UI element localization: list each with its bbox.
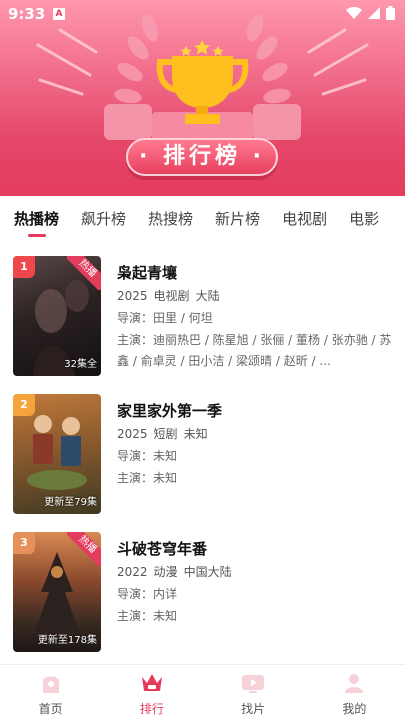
- status-bar: 9:33 A: [0, 0, 405, 28]
- poster-image[interactable]: 1 热播 32集全: [13, 256, 101, 376]
- item-meta: 2025 电视剧 大陆: [117, 287, 226, 304]
- hot-ribbon: 热播: [67, 256, 101, 290]
- item-year: 2025: [117, 427, 148, 441]
- item-director: 导演：未知: [117, 449, 178, 463]
- bottom-navigation: 首页 排行 找片 我的: [0, 664, 405, 721]
- item-meta: 2025 短剧 未知: [117, 425, 214, 442]
- rank-badge: 1: [13, 256, 35, 278]
- episode-caption: 32集全: [64, 359, 97, 370]
- signal-icon: [368, 7, 380, 19]
- item-type: 动漫: [153, 565, 178, 579]
- rank-badge: 2: [13, 394, 35, 416]
- nav-label: 我的: [342, 702, 367, 716]
- ranking-tabs: 热播榜 飙升榜 热搜榜 新片榜 电视剧 电影: [0, 196, 405, 240]
- profile-icon: [345, 674, 364, 693]
- home-icon: [42, 676, 59, 693]
- crown-icon: [141, 674, 162, 691]
- nav-profile[interactable]: 我的: [304, 665, 405, 721]
- list-item[interactable]: 3 热播 更新至178集 斗破苍穹年番 2022 动漫 中国大陆 导演：内详 主演：…: [0, 516, 405, 652]
- item-meta: 2022 动漫 中国大陆: [117, 563, 238, 580]
- item-region: 大陆: [195, 289, 220, 303]
- poster-image[interactable]: 2 更新至79集: [13, 394, 101, 514]
- active-tab-indicator: [27, 233, 46, 237]
- item-title[interactable]: 斗破苍穹年番: [117, 538, 207, 559]
- tab-label: 热播榜: [14, 209, 60, 228]
- item-year: 2022: [117, 565, 148, 579]
- item-type: 短剧: [153, 427, 178, 441]
- item-director: 导演：田里 / 何坦: [117, 311, 213, 325]
- item-year: 2025: [117, 289, 148, 303]
- poster-image[interactable]: 3 热播 更新至178集: [13, 532, 101, 652]
- item-director: 导演：内详: [117, 587, 178, 601]
- item-title[interactable]: 家里家外第一季: [117, 400, 222, 421]
- item-title[interactable]: 枭起青壤: [117, 262, 177, 283]
- tab-tv-series[interactable]: 电视剧: [282, 208, 327, 229]
- nav-home[interactable]: 首页: [0, 665, 101, 721]
- tab-hot[interactable]: 热播榜: [14, 208, 60, 237]
- ranking-header: · 排行榜 ·: [0, 0, 405, 196]
- episode-caption: 更新至178集: [37, 635, 97, 646]
- battery-icon: [386, 6, 395, 20]
- tab-movie[interactable]: 电影: [349, 208, 379, 229]
- list-item[interactable]: 2 更新至79集 家里家外第一季 2025 短剧 未知 导演：未知 主演：未知: [0, 378, 405, 514]
- episode-caption: 更新至79集: [44, 497, 97, 508]
- rank-badge: 3: [13, 532, 35, 554]
- nav-label: 排行: [139, 702, 164, 716]
- tv-icon: [242, 675, 265, 693]
- list-item[interactable]: 1 热播 32集全 枭起青壤 2025 电视剧 大陆 导演：田里 / 何坦 主演：迪…: [0, 240, 405, 376]
- item-region: 未知: [183, 427, 208, 441]
- status-time: 9:33: [8, 5, 46, 23]
- tab-hot-search[interactable]: 热搜榜: [148, 208, 193, 229]
- notification-a-icon: A: [53, 8, 65, 20]
- item-type: 电视剧: [153, 289, 190, 303]
- nav-label: 找片: [241, 702, 266, 716]
- nav-find[interactable]: 找片: [203, 665, 304, 721]
- hot-ribbon: 热播: [67, 532, 101, 566]
- hot-label: 热播: [67, 532, 101, 566]
- tab-rising[interactable]: 飙升榜: [81, 208, 126, 229]
- item-region: 中国大陆: [183, 565, 232, 579]
- nav-label: 首页: [38, 702, 63, 716]
- item-cast: 主演：迪丽热巴 / 陈星旭 / 张俪 / 董杨 / 张亦驰 / 苏鑫 / 俞卓灵…: [117, 333, 392, 368]
- tab-new[interactable]: 新片榜: [215, 208, 260, 229]
- hot-label: 热播: [67, 256, 101, 290]
- nav-ranking[interactable]: 排行: [101, 665, 202, 721]
- item-cast: 主演：未知: [117, 609, 178, 623]
- item-cast: 主演：未知: [117, 471, 178, 485]
- ranking-banner-title: · 排行榜 ·: [126, 138, 278, 176]
- wifi-icon: [346, 7, 362, 19]
